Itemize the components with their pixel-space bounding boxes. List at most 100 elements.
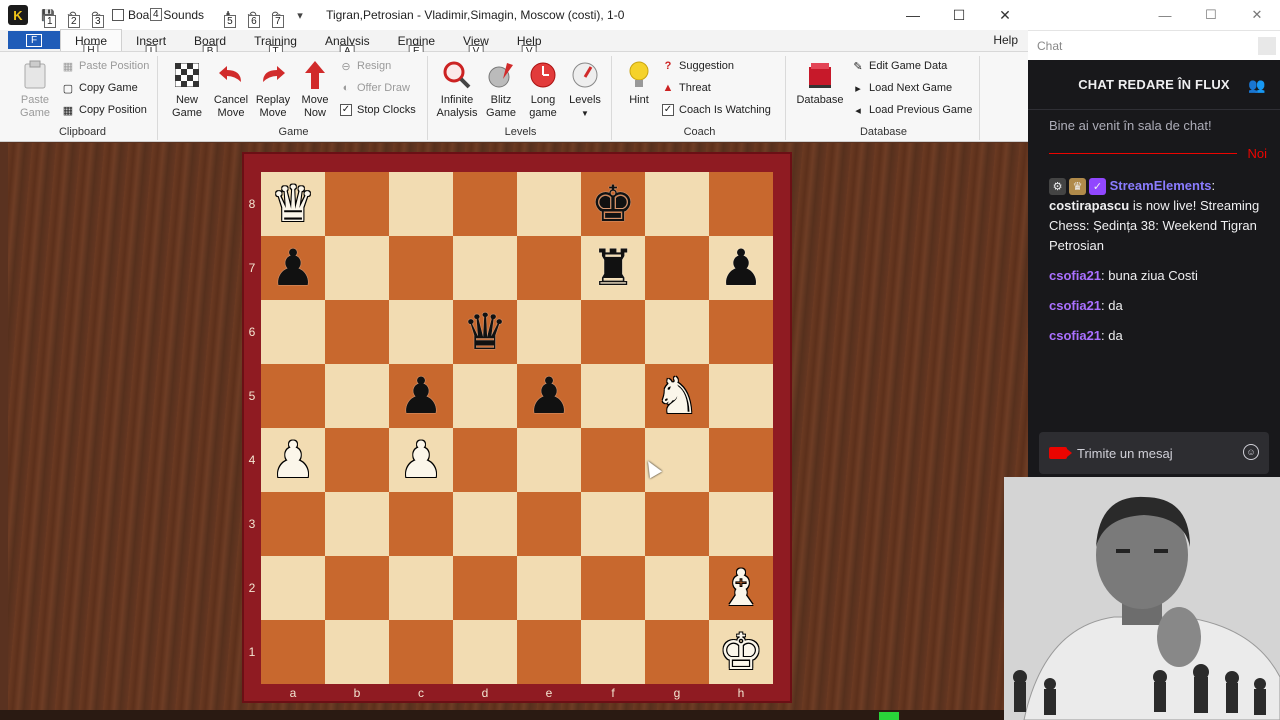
- stop-clocks-toggle[interactable]: ✓ Stop Clocks: [340, 104, 416, 116]
- replay-icon[interactable]: ↷7: [266, 5, 286, 28]
- square-f6[interactable]: [581, 300, 645, 364]
- help-link[interactable]: Help: [993, 33, 1018, 47]
- close-button[interactable]: ✕: [982, 0, 1028, 30]
- square-f7[interactable]: ♜: [581, 236, 645, 300]
- square-c1[interactable]: [389, 620, 453, 684]
- square-a2[interactable]: [261, 556, 325, 620]
- square-b6[interactable]: [325, 300, 389, 364]
- square-e5[interactable]: ♟: [517, 364, 581, 428]
- square-f5[interactable]: [581, 364, 645, 428]
- square-d2[interactable]: [453, 556, 517, 620]
- white-queen-icon[interactable]: ♛: [271, 179, 316, 229]
- board-sounds-toggle[interactable]: Board Sounds 4: [112, 8, 204, 22]
- square-h5[interactable]: [709, 364, 773, 428]
- chat-minimize-button[interactable]: —: [1142, 0, 1188, 30]
- tab-training[interactable]: TrainingT: [240, 31, 311, 58]
- tab-analysis[interactable]: AnalysisA: [311, 31, 384, 58]
- load-previous-game-button[interactable]: ◂ Load Previous Game: [852, 104, 972, 117]
- paste-position-button[interactable]: ▦ Paste Position: [62, 60, 150, 73]
- chat-close-button[interactable]: ✕: [1234, 0, 1280, 30]
- square-e4[interactable]: [517, 428, 581, 492]
- chat-maximize-button[interactable]: ☐: [1188, 0, 1234, 30]
- redo-icon[interactable]: ↷3: [86, 5, 106, 28]
- copy-game-button[interactable]: ▢ Copy Game: [62, 82, 138, 95]
- file-menu-button[interactable]: F: [8, 31, 60, 49]
- square-b5[interactable]: [325, 364, 389, 428]
- chat-username[interactable]: StreamElements: [1110, 178, 1212, 193]
- offer-draw-button[interactable]: ◐ Offer Draw: [340, 82, 410, 94]
- square-b8[interactable]: [325, 172, 389, 236]
- infinite-analysis-button[interactable]: Infinite Analysis: [434, 60, 480, 120]
- square-c8[interactable]: [389, 172, 453, 236]
- blitz-game-button[interactable]: Blitz Game: [478, 60, 524, 120]
- square-a8[interactable]: ♛: [261, 172, 325, 236]
- square-a1[interactable]: [261, 620, 325, 684]
- load-next-game-button[interactable]: ▸ Load Next Game: [852, 82, 952, 95]
- square-f2[interactable]: [581, 556, 645, 620]
- white-pawn-icon[interactable]: ♟: [399, 435, 444, 485]
- square-e2[interactable]: [517, 556, 581, 620]
- paste-game-button[interactable]: Paste Game: [12, 60, 58, 120]
- square-h4[interactable]: [709, 428, 773, 492]
- square-a4[interactable]: ♟: [261, 428, 325, 492]
- square-h3[interactable]: [709, 492, 773, 556]
- square-c6[interactable]: [389, 300, 453, 364]
- coach-watching-checkbox[interactable]: ✓: [662, 104, 674, 116]
- square-h6[interactable]: [709, 300, 773, 364]
- chat-address-bar[interactable]: Chat: [1028, 30, 1280, 60]
- square-c3[interactable]: [389, 492, 453, 556]
- black-rook-icon[interactable]: ♜: [591, 243, 636, 293]
- black-pawn-icon[interactable]: ♟: [527, 371, 572, 421]
- resign-button[interactable]: ⊖ Resign: [340, 60, 391, 73]
- square-a5[interactable]: [261, 364, 325, 428]
- chat-username[interactable]: csofia21: [1049, 328, 1101, 343]
- tab-view[interactable]: ViewV: [449, 31, 503, 58]
- square-f4[interactable]: [581, 428, 645, 492]
- square-b4[interactable]: [325, 428, 389, 492]
- threat-button[interactable]: ▲ Threat: [662, 82, 711, 94]
- square-d4[interactable]: [453, 428, 517, 492]
- square-f3[interactable]: [581, 492, 645, 556]
- square-b2[interactable]: [325, 556, 389, 620]
- square-d7[interactable]: [453, 236, 517, 300]
- new-game-button[interactable]: New Game: [164, 60, 210, 120]
- square-h7[interactable]: ♟: [709, 236, 773, 300]
- move-now-button[interactable]: Move Now: [292, 60, 338, 120]
- customize-dropdown-icon[interactable]: ▾: [290, 5, 310, 25]
- square-g8[interactable]: [645, 172, 709, 236]
- chat-username[interactable]: csofia21: [1049, 268, 1101, 283]
- square-c7[interactable]: [389, 236, 453, 300]
- tab-help[interactable]: HelpV: [503, 31, 556, 58]
- square-h1[interactable]: ♚: [709, 620, 773, 684]
- long-game-button[interactable]: Long game: [520, 60, 566, 120]
- hint-button[interactable]: Hint: [616, 60, 662, 107]
- white-pawn-icon[interactable]: ♟: [271, 435, 316, 485]
- chessboard[interactable]: ♛ ♚ ♟ ♜ ♟ ♛ ♟ ♟ ♞ ♟ ♟ ♝ ♚: [261, 172, 773, 684]
- square-d1[interactable]: [453, 620, 517, 684]
- square-g5[interactable]: ♞: [645, 364, 709, 428]
- database-button[interactable]: Database: [792, 60, 848, 107]
- square-a3[interactable]: [261, 492, 325, 556]
- emoji-icon[interactable]: ☺: [1243, 444, 1259, 460]
- tab-engine[interactable]: EngineE: [384, 31, 449, 58]
- hint-icon[interactable]: ♟5: [218, 5, 238, 28]
- square-b7[interactable]: [325, 236, 389, 300]
- square-g3[interactable]: [645, 492, 709, 556]
- square-e6[interactable]: [517, 300, 581, 364]
- white-king-icon[interactable]: ♚: [719, 627, 764, 677]
- square-e7[interactable]: [517, 236, 581, 300]
- white-bishop-icon[interactable]: ♝: [719, 563, 764, 613]
- chat-message-input[interactable]: Trimite un mesaj ☺: [1039, 432, 1269, 474]
- undo-icon[interactable]: ↶2: [62, 5, 82, 28]
- maximize-button[interactable]: ☐: [936, 0, 982, 30]
- square-a7[interactable]: ♟: [261, 236, 325, 300]
- square-e3[interactable]: [517, 492, 581, 556]
- square-h2[interactable]: ♝: [709, 556, 773, 620]
- cancel-move-button[interactable]: Cancel Move: [208, 60, 254, 120]
- square-d8[interactable]: [453, 172, 517, 236]
- chat-username[interactable]: csofia21: [1049, 298, 1101, 313]
- square-g2[interactable]: [645, 556, 709, 620]
- tab-home[interactable]: Home H: [60, 29, 123, 57]
- address-action-button[interactable]: [1258, 37, 1276, 55]
- square-c2[interactable]: [389, 556, 453, 620]
